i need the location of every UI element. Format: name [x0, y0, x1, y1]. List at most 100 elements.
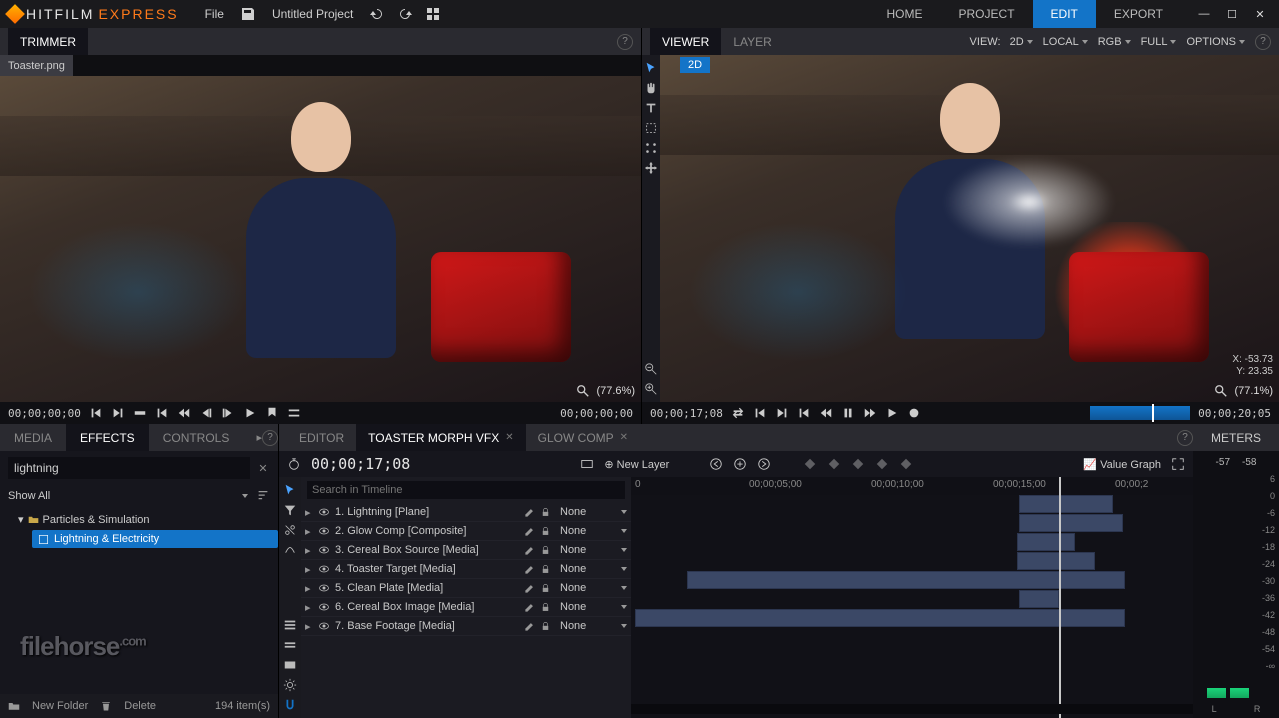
nav-export[interactable]: EXPORT	[1096, 0, 1181, 28]
layer-row[interactable]: ▸ 1. Lightning [Plane] None	[301, 503, 631, 522]
track-large-icon[interactable]	[283, 658, 297, 672]
layer-row[interactable]: ▸ 3. Cereal Box Source [Media] None	[301, 541, 631, 560]
timeline-area[interactable]: 0 00;00;05;00 00;00;10;00 00;00;15;00 00…	[631, 477, 1193, 718]
new-layer-button[interactable]: ⊕ New Layer	[604, 458, 669, 471]
play-icon[interactable]	[885, 406, 899, 420]
lock-icon[interactable]	[540, 564, 551, 575]
timeline-scrollbar[interactable]	[631, 704, 1193, 714]
chevron-down-icon[interactable]	[621, 605, 627, 609]
show-all-dropdown[interactable]: Show All	[8, 490, 50, 502]
step-back-icon[interactable]	[177, 406, 191, 420]
close-icon[interactable]: ✕	[620, 432, 628, 443]
insert-icon[interactable]	[133, 406, 147, 420]
pause-icon[interactable]	[841, 406, 855, 420]
blend-mode[interactable]: None	[556, 582, 616, 594]
trimmer-preview[interactable]: (77.6%)	[0, 76, 641, 402]
close-icon[interactable]: ✕	[505, 432, 513, 443]
clear-search-icon[interactable]: ✕	[256, 461, 270, 475]
layer-row[interactable]: ▸ 2. Glow Comp [Composite] None	[301, 522, 631, 541]
window-minimize-button[interactable]: —	[1193, 3, 1215, 25]
edit-icon[interactable]	[524, 545, 535, 556]
set-out-icon[interactable]	[111, 406, 125, 420]
visibility-icon[interactable]	[318, 620, 330, 632]
expand-icon[interactable]: ▸	[305, 525, 313, 538]
tab-effects[interactable]: EFFECTS	[66, 424, 149, 451]
track-display-icon[interactable]	[283, 618, 297, 632]
comp-settings-icon[interactable]	[580, 457, 594, 471]
fit-icon[interactable]	[1171, 457, 1185, 471]
visibility-icon[interactable]	[318, 525, 330, 537]
edit-icon[interactable]	[524, 564, 535, 575]
help-icon[interactable]: ?	[1177, 430, 1193, 446]
key-prev-icon[interactable]	[709, 457, 723, 471]
marker-icon[interactable]	[265, 406, 279, 420]
tab-media[interactable]: MEDIA	[0, 424, 66, 451]
clip[interactable]	[1017, 533, 1075, 551]
key-next-icon[interactable]	[757, 457, 771, 471]
quality-dropdown[interactable]: FULL	[1141, 36, 1177, 48]
save-icon[interactable]	[240, 6, 256, 22]
stopwatch-icon[interactable]	[287, 457, 301, 471]
expand-icon[interactable]: ▸	[305, 620, 313, 633]
nav-project[interactable]: PROJECT	[941, 0, 1033, 28]
range-start-icon[interactable]	[753, 406, 767, 420]
trimmer-file-tab[interactable]: Toaster.png	[0, 55, 73, 76]
play-icon[interactable]	[243, 406, 257, 420]
tab-glow-comp[interactable]: GLOW COMP✕	[526, 424, 640, 451]
navigator-bar[interactable]	[1090, 406, 1190, 420]
step-fwd-icon[interactable]	[863, 406, 877, 420]
lock-icon[interactable]	[540, 583, 551, 594]
delete-button[interactable]: Delete	[124, 700, 156, 712]
lock-icon[interactable]	[540, 602, 551, 613]
go-start-icon[interactable]	[797, 406, 811, 420]
expand-icon[interactable]: ▸	[305, 506, 313, 519]
effects-item-selected[interactable]: Lightning & Electricity	[32, 530, 278, 548]
set-in-icon[interactable]	[89, 406, 103, 420]
expand-icon[interactable]: ▸	[305, 582, 313, 595]
magnet-snap-icon[interactable]	[283, 698, 297, 712]
effects-search-input[interactable]	[8, 457, 250, 479]
chevron-down-icon[interactable]	[621, 510, 627, 514]
viewer-preview[interactable]: 2D X: -53.73 Y: 23.35 (77.1%)	[660, 55, 1279, 402]
tab-controls[interactable]: CONTROLS	[149, 424, 244, 451]
time-ruler[interactable]: 0 00;00;05;00 00;00;10;00 00;00;15;00 00…	[631, 477, 1193, 495]
lock-icon[interactable]	[540, 526, 551, 537]
loop-icon[interactable]	[731, 406, 745, 420]
tab-comp-active[interactable]: TOASTER MORPH VFX✕	[356, 424, 526, 451]
edit-icon[interactable]	[524, 526, 535, 537]
rate-tool-icon[interactable]	[283, 543, 297, 557]
layer-tab[interactable]: LAYER	[721, 28, 783, 55]
help-icon[interactable]: ?	[617, 34, 633, 50]
clip[interactable]	[1017, 552, 1095, 570]
lock-icon[interactable]	[540, 507, 551, 518]
track-small-icon[interactable]	[283, 638, 297, 652]
sort-icon[interactable]	[256, 489, 270, 503]
delete-icon[interactable]	[100, 700, 112, 712]
zoom-icon[interactable]	[1214, 384, 1228, 398]
chevron-down-icon[interactable]	[621, 548, 627, 552]
layout-grid-icon[interactable]	[425, 6, 441, 22]
range-end-icon[interactable]	[775, 406, 789, 420]
layer-row[interactable]: ▸ 7. Base Footage [Media] None	[301, 617, 631, 636]
go-start-icon[interactable]	[155, 406, 169, 420]
space-dropdown[interactable]: LOCAL	[1043, 36, 1088, 48]
record-icon[interactable]	[907, 406, 921, 420]
view-2d-chip[interactable]: 2D	[680, 57, 710, 73]
edit-icon[interactable]	[524, 621, 535, 632]
move-tool-icon[interactable]	[644, 161, 658, 175]
clip[interactable]	[635, 609, 1125, 627]
viewer-options-dropdown[interactable]: OPTIONS	[1186, 36, 1245, 48]
keyframe-ease-out-icon[interactable]	[851, 457, 865, 471]
slice-tool-icon[interactable]	[283, 523, 297, 537]
edit-icon[interactable]	[524, 507, 535, 518]
value-graph-toggle[interactable]: 📈 Value Graph	[1083, 458, 1161, 471]
blend-mode[interactable]: None	[556, 506, 616, 518]
select-tool-icon[interactable]	[644, 61, 658, 75]
visibility-icon[interactable]	[318, 506, 330, 518]
view-mode-dropdown[interactable]: VIEW: 2D	[970, 36, 1033, 48]
step-back-icon[interactable]	[819, 406, 833, 420]
expand-icon[interactable]: ▸	[305, 563, 313, 576]
chevron-down-icon[interactable]	[621, 529, 627, 533]
lock-icon[interactable]	[540, 621, 551, 632]
channel-dropdown[interactable]: RGB	[1098, 36, 1131, 48]
